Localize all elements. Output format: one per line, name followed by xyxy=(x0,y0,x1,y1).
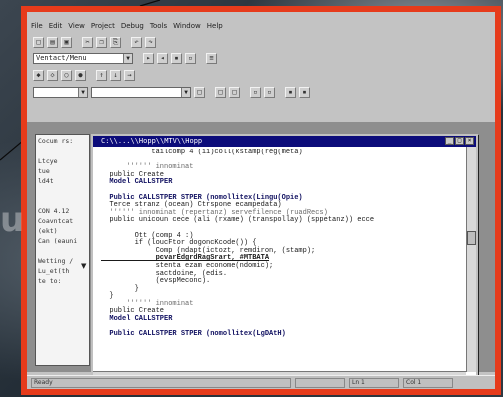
toolbar-separator xyxy=(199,53,203,64)
toolbar-button-icon[interactable]: ▫ xyxy=(264,87,275,98)
explorer-line: Lu_et(th xyxy=(38,267,70,275)
breakpoint-arrow-icon: ▼ xyxy=(81,262,87,270)
explorer-line: Wetting / xyxy=(38,257,74,265)
status-cell: Ready xyxy=(31,378,291,388)
explorer-line: Cocum rs: xyxy=(38,137,74,145)
menu-item-view[interactable]: View xyxy=(68,22,85,30)
minimize-icon[interactable]: _ xyxy=(445,137,454,145)
explorer-line xyxy=(38,187,87,197)
explorer-line: Coavntcat xyxy=(38,217,74,225)
scrollbar-thumb[interactable] xyxy=(467,231,476,245)
menu-bar: File Edit View Project Debug Tools Window Help xyxy=(27,20,495,32)
toolbar-button-icon[interactable]: ▸ xyxy=(143,53,154,64)
editor-title: C:\\...\\Hopp\\MTV\\Hopp xyxy=(101,137,203,145)
code-line: Public CALLSTPER STPER (nomollitex(LgDAt… xyxy=(101,330,286,339)
toolbar-button-icon[interactable]: ◇ xyxy=(47,70,58,81)
chevron-down-icon[interactable]: ▼ xyxy=(123,54,132,63)
toolbar-button-icon[interactable]: ↓ xyxy=(110,70,121,81)
code-editor-window[interactable]: C:\\...\\Hopp\\MTV\\Hopp _ □ × ▼ tailcom… xyxy=(81,134,478,382)
explorer-line: ld4t xyxy=(38,177,54,185)
project-combo-value: Ventact/Menu xyxy=(36,54,87,62)
menu-item-help[interactable]: Help xyxy=(207,22,223,30)
toolbar-button-icon[interactable]: ❐ xyxy=(96,37,107,48)
explorer-line: te to: xyxy=(38,277,62,285)
toolbar-separator xyxy=(243,87,247,98)
explorer-line: CON 4.12 xyxy=(38,207,70,215)
toolbar-format-row: ▼ ▼ □ □ □ ▫ ▫ ▪ ▪ xyxy=(33,86,310,99)
toolbar-build: ▸ ◂ ▪ ▫ ≡ xyxy=(143,53,217,64)
toolbar-separator xyxy=(208,87,212,98)
toolbar-debug: ◆ ◇ ○ ● ↑ ↓ → xyxy=(33,69,135,82)
toolbar-button-icon[interactable]: → xyxy=(124,70,135,81)
chevron-down-icon[interactable]: ▼ xyxy=(181,88,190,97)
toolbar-button-icon[interactable]: ▫ xyxy=(185,53,196,64)
ide-window: File Edit View Project Debug Tools Window Help … xyxy=(27,12,495,389)
toolbar-button-icon[interactable]: ↶ xyxy=(131,37,142,48)
project-combo[interactable]: Ventact/Menu ▼ xyxy=(33,53,133,64)
toolbar-button-icon[interactable]: ⎘ xyxy=(110,37,121,48)
toolbar-button-icon[interactable]: ↷ xyxy=(145,37,156,48)
vertical-scrollbar[interactable] xyxy=(466,147,476,372)
menu-item-edit[interactable]: Edit xyxy=(49,22,63,30)
explorer-line xyxy=(38,247,87,257)
status-bar: Ready Ln 1 Col 1 xyxy=(27,375,495,389)
toolbar-format: □ □ □ ▫ ▫ ▪ ▪ xyxy=(194,87,310,98)
toolbar-button-icon[interactable]: □ xyxy=(229,87,240,98)
toolbar-combo-row: Ventact/Menu ▼ ▸ ◂ ▪ ▫ ≡ xyxy=(33,52,217,65)
toolbar-separator xyxy=(278,87,282,98)
explorer-line xyxy=(38,147,87,157)
toolbar-button-icon[interactable]: ◂ xyxy=(157,53,168,64)
status-cell xyxy=(295,378,345,388)
toolbar-button-icon[interactable]: ▣ xyxy=(61,37,72,48)
code-line: public unicoun cece (ali (rxame) (transp… xyxy=(101,216,375,225)
code-line: Model CALLSTPER xyxy=(101,178,173,187)
toolbar-button-icon[interactable]: ▤ xyxy=(47,37,58,48)
toolbar-button-icon[interactable]: □ xyxy=(215,87,226,98)
status-cell: Col 1 xyxy=(403,378,453,388)
menu-item-file[interactable]: File xyxy=(31,22,43,30)
code-text-area[interactable]: tailcomp 4 (ii)coll(kstamp(reg(meta) '''… xyxy=(101,149,441,381)
close-icon[interactable]: × xyxy=(465,137,474,145)
toolbar-button-icon[interactable]: ● xyxy=(75,70,86,81)
menu-item-tools[interactable]: Tools xyxy=(150,22,167,30)
watermark: u xyxy=(0,200,25,240)
code-line: (evspMeconc). xyxy=(101,277,211,286)
explorer-line: Ltcye xyxy=(38,157,58,165)
code-line: tailcomp 4 (ii)coll(kstamp(reg(meta) xyxy=(101,149,303,156)
toolbar-button-icon[interactable]: □ xyxy=(194,87,205,98)
toolbar-button-icon[interactable]: □ xyxy=(33,37,44,48)
explorer-line: (ekt) xyxy=(38,227,58,235)
explorer-line xyxy=(38,197,87,207)
explorer-line: Can (eauni xyxy=(38,237,78,245)
code-line: } xyxy=(101,284,139,293)
maximize-icon[interactable]: □ xyxy=(455,137,464,145)
menu-item-window[interactable]: Window xyxy=(173,22,201,30)
menu-item-debug[interactable]: Debug xyxy=(121,22,144,30)
object-combo[interactable]: ▼ xyxy=(33,87,88,98)
toolbar-button-icon[interactable]: ≡ xyxy=(206,53,217,64)
editor-titlebar[interactable]: C:\\...\\Hopp\\MTV\\Hopp _ □ × xyxy=(93,136,476,147)
explorer-line: tue xyxy=(38,167,50,175)
toolbar-button-icon[interactable]: ○ xyxy=(61,70,72,81)
code-line: Model CALLSTPER xyxy=(101,315,173,324)
toolbar-button-icon[interactable]: ▪ xyxy=(285,87,296,98)
toolbar-button-icon[interactable]: ◆ xyxy=(33,70,44,81)
toolbar-button-icon[interactable]: ↑ xyxy=(96,70,107,81)
photo-frame: File Edit View Project Debug Tools Window Help … xyxy=(21,6,501,395)
toolbar-standard: □ ▤ ▣ ✂ ❐ ⎘ ↶ ↷ xyxy=(33,36,156,49)
procedure-combo[interactable]: ▼ xyxy=(91,87,191,98)
chevron-down-icon[interactable]: ▼ xyxy=(78,88,87,97)
project-explorer-panel[interactable]: Cocum rs: Ltcye tue ld4t CON 4.12 Coavntca… xyxy=(35,134,90,366)
toolbar-button-icon[interactable]: ▪ xyxy=(299,87,310,98)
status-cell: Ln 1 xyxy=(349,378,399,388)
menu-item-project[interactable]: Project xyxy=(91,22,115,30)
toolbar-button-icon[interactable]: ✂ xyxy=(82,37,93,48)
toolbar-button-icon[interactable]: ▪ xyxy=(171,53,182,64)
toolbar-button-icon[interactable]: ▫ xyxy=(250,87,261,98)
